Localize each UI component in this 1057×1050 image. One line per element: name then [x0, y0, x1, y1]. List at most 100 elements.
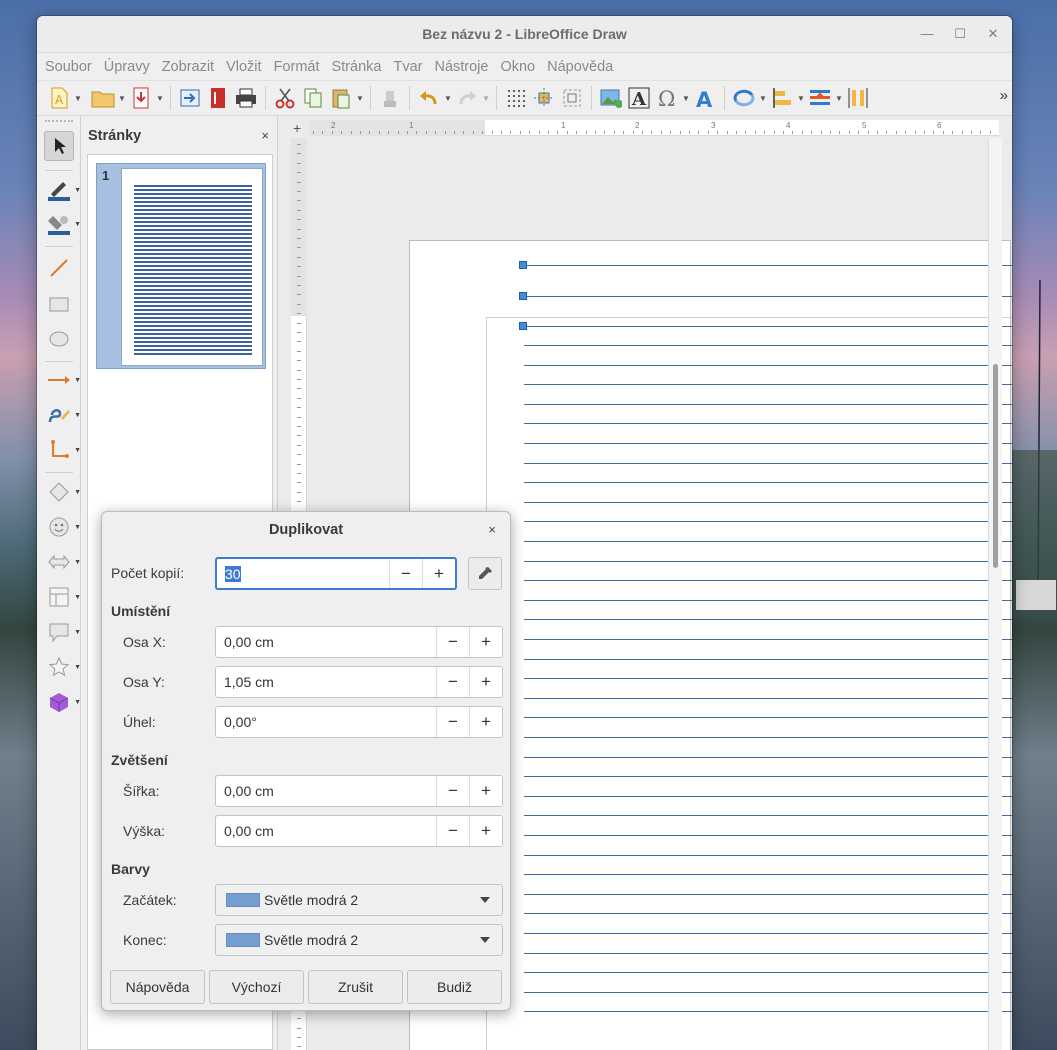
ruler-origin-icon[interactable]: + — [293, 120, 301, 136]
open-dropdown[interactable]: ▼ — [117, 84, 127, 112]
horizontal-line[interactable] — [524, 698, 1012, 699]
arrange-dropdown[interactable]: ▼ — [834, 84, 844, 112]
copies-input[interactable]: 30 — [217, 559, 389, 588]
horizontal-ruler[interactable]: 2 1 1 2 3 4 5 6 — [309, 120, 999, 136]
menu-stranka[interactable]: Stránka — [325, 59, 387, 75]
3d-objects-dropdown[interactable]: ▼ — [74, 699, 81, 706]
curve-tool-icon[interactable] — [44, 400, 73, 430]
height-spinbox[interactable]: 0,00 cm − + — [215, 815, 503, 847]
menu-soubor[interactable]: Soubor — [39, 59, 98, 75]
transformations-icon[interactable] — [730, 84, 758, 112]
width-decrement-button[interactable]: − — [436, 776, 469, 806]
horizontal-line[interactable] — [524, 659, 1012, 660]
height-value[interactable]: 0,00 cm — [216, 816, 436, 846]
width-spinbox[interactable]: 0,00 cm − + — [215, 775, 503, 807]
horizontal-line[interactable] — [524, 815, 1012, 816]
horizontal-line[interactable] — [524, 855, 1012, 856]
helplines-icon[interactable] — [530, 84, 558, 112]
menu-napoveda[interactable]: Nápověda — [541, 59, 619, 75]
horizontal-line[interactable] — [524, 757, 1012, 758]
menu-nastroje[interactable]: Nástroje — [428, 59, 494, 75]
ellipse-tool-icon[interactable] — [44, 324, 74, 354]
horizontal-line[interactable] — [524, 776, 1012, 777]
end-color-dropdown[interactable]: Světle modrá 2 — [215, 924, 503, 956]
horizontal-line[interactable] — [524, 717, 1012, 718]
align-icon[interactable] — [768, 84, 796, 112]
horizontal-line[interactable] — [524, 639, 1012, 640]
close-icon[interactable]: ✕ — [983, 24, 1003, 44]
export-pdf-icon[interactable] — [204, 84, 232, 112]
horizontal-line[interactable] — [524, 600, 1012, 601]
arrow-line-icon[interactable] — [44, 365, 73, 395]
flowchart-dropdown[interactable]: ▼ — [74, 594, 81, 601]
horizontal-line[interactable] — [524, 265, 1012, 266]
y-axis-value[interactable]: 1,05 cm — [216, 667, 436, 697]
menu-upravy[interactable]: Úpravy — [98, 59, 156, 75]
arrow-dropdown[interactable]: ▼ — [74, 377, 81, 384]
horizontal-line[interactable] — [524, 913, 1012, 914]
horizontal-line[interactable] — [524, 894, 1012, 895]
x-axis-spinbox[interactable]: 0,00 cm − + — [215, 626, 503, 658]
paste-icon[interactable] — [327, 84, 355, 112]
basic-shapes-dropdown[interactable]: ▼ — [74, 489, 81, 496]
start-color-dropdown[interactable]: Světle modrá 2 — [215, 884, 503, 916]
basic-shapes-icon[interactable] — [44, 477, 73, 507]
horizontal-line[interactable] — [524, 933, 1012, 934]
horizontal-line[interactable] — [524, 423, 1012, 424]
horizontal-line[interactable] — [524, 296, 1012, 297]
horizontal-line[interactable] — [524, 561, 1012, 562]
toolbar-overflow-button[interactable]: » — [1000, 87, 1008, 104]
connector-tool-icon[interactable] — [44, 435, 73, 465]
horizontal-line[interactable] — [524, 835, 1012, 836]
minimize-icon[interactable]: — — [917, 24, 937, 44]
horizontal-line[interactable] — [524, 345, 1012, 346]
print-icon[interactable] — [232, 84, 260, 112]
ok-button[interactable]: Budiž — [407, 970, 502, 1004]
horizontal-line[interactable] — [524, 326, 1012, 327]
symbol-shapes-dropdown[interactable]: ▼ — [74, 524, 81, 531]
horizontal-line[interactable] — [524, 678, 1012, 679]
y-axis-spinbox[interactable]: 1,05 cm − + — [215, 666, 503, 698]
3d-objects-icon[interactable] — [44, 687, 73, 717]
undo-icon[interactable] — [415, 84, 443, 112]
horizontal-line[interactable] — [524, 365, 1012, 366]
new-document-icon[interactable]: A — [45, 84, 73, 112]
menu-okno[interactable]: Okno — [494, 59, 541, 75]
horizontal-line[interactable] — [524, 737, 1012, 738]
angle-increment-button[interactable]: + — [469, 707, 502, 737]
line-color-dropdown[interactable]: ▼ — [74, 187, 81, 194]
horizontal-line[interactable] — [524, 1011, 1012, 1012]
arrange-icon[interactable] — [806, 84, 834, 112]
height-decrement-button[interactable]: − — [436, 816, 469, 846]
defaults-button[interactable]: Výchozí — [209, 970, 304, 1004]
horizontal-line[interactable] — [524, 384, 1012, 385]
horizontal-line[interactable] — [524, 463, 1012, 464]
menu-tvar[interactable]: Tvar — [387, 59, 428, 75]
horizontal-line[interactable] — [524, 541, 1012, 542]
save-dropdown[interactable]: ▼ — [155, 84, 165, 112]
copies-increment-button[interactable]: + — [422, 559, 455, 588]
vertical-scrollbar[interactable] — [988, 138, 1002, 1050]
x-axis-decrement-button[interactable]: − — [436, 627, 469, 657]
copy-icon[interactable] — [299, 84, 327, 112]
menu-vlozit[interactable]: Vložit — [220, 59, 267, 75]
angle-spinbox[interactable]: 0,00° − + — [215, 706, 503, 738]
line-tool-icon[interactable] — [44, 253, 74, 283]
copies-spinbox[interactable]: 30 − + — [215, 557, 457, 590]
new-document-dropdown[interactable]: ▼ — [73, 84, 83, 112]
redo-icon[interactable] — [453, 84, 481, 112]
cancel-button[interactable]: Zrušit — [308, 970, 403, 1004]
block-arrows-icon[interactable] — [44, 547, 73, 577]
rectangle-tool-icon[interactable] — [44, 289, 74, 319]
curve-dropdown[interactable]: ▼ — [74, 412, 81, 419]
transformations-dropdown[interactable]: ▼ — [758, 84, 768, 112]
eyedropper-button[interactable] — [468, 557, 502, 590]
menu-format[interactable]: Formát — [268, 59, 326, 75]
x-axis-increment-button[interactable]: + — [469, 627, 502, 657]
scrollbar-thumb[interactable] — [993, 364, 998, 568]
horizontal-line[interactable] — [524, 521, 1012, 522]
angle-decrement-button[interactable]: − — [436, 707, 469, 737]
help-button[interactable]: Nápověda — [110, 970, 205, 1004]
flowchart-icon[interactable] — [44, 582, 73, 612]
y-axis-increment-button[interactable]: + — [469, 667, 502, 697]
